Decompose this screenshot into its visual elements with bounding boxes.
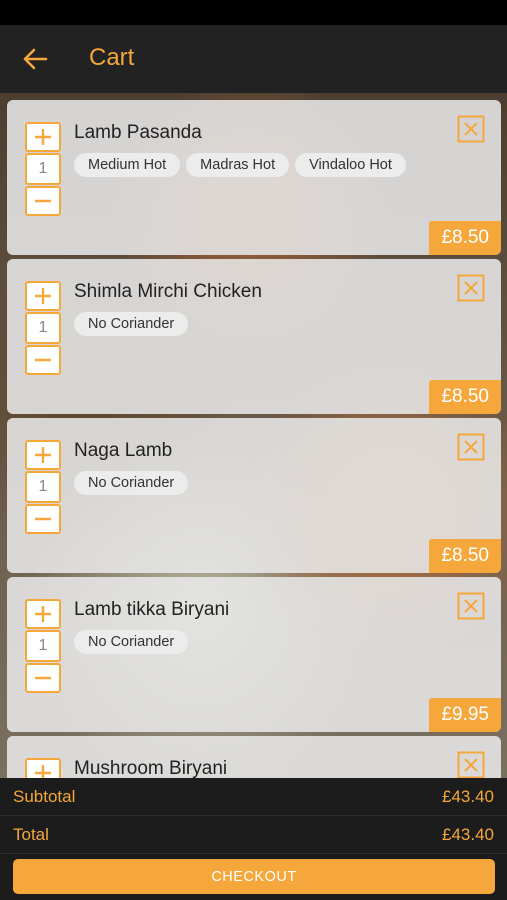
subtotal-label: Subtotal	[13, 786, 76, 806]
option-chip: No Coriander	[74, 630, 189, 654]
increase-quantity-button[interactable]	[25, 440, 61, 470]
status-bar	[0, 0, 507, 25]
cart-item: 1 Shimla Mirchi Chicken No Coriander £8.…	[7, 259, 501, 414]
arrow-left-icon[interactable]	[22, 47, 48, 71]
minus-icon	[35, 358, 51, 362]
app-header: Cart	[0, 25, 507, 93]
quantity-stepper: 1	[25, 440, 61, 534]
item-options: No Coriander	[74, 471, 189, 495]
plus-icon	[35, 129, 51, 145]
option-chip: No Coriander	[74, 471, 189, 495]
item-options: Medium Hot Madras Hot Vindaloo Hot	[74, 153, 406, 177]
item-options: No Coriander	[74, 630, 189, 654]
close-box-icon	[457, 115, 485, 143]
remove-item-button[interactable]	[457, 751, 485, 778]
remove-item-button[interactable]	[457, 592, 485, 620]
cart-item: 1 Naga Lamb No Coriander £8.50	[7, 418, 501, 573]
decrease-quantity-button[interactable]	[25, 345, 61, 375]
item-price: £8.50	[429, 539, 501, 573]
close-box-icon	[457, 751, 485, 778]
increase-quantity-button[interactable]	[25, 281, 61, 311]
cart-item: 1 Lamb tikka Biryani No Coriander £9.95	[7, 577, 501, 732]
quantity-value: 1	[25, 312, 61, 344]
page-title: Cart	[89, 44, 135, 71]
close-box-icon	[457, 274, 485, 302]
quantity-stepper: 1	[25, 122, 61, 216]
decrease-quantity-button[interactable]	[25, 186, 61, 216]
decrease-quantity-button[interactable]	[25, 504, 61, 534]
cart-list[interactable]: 1 Lamb Pasanda Medium Hot Madras Hot Vin…	[0, 93, 507, 778]
item-price: £9.95	[429, 698, 501, 732]
plus-icon	[35, 765, 51, 778]
remove-item-button[interactable]	[457, 115, 485, 143]
cart-item: 1 Mushroom Biryani	[7, 736, 501, 778]
item-name: Mushroom Biryani	[74, 758, 228, 778]
cart-item: 1 Lamb Pasanda Medium Hot Madras Hot Vin…	[7, 100, 501, 255]
quantity-stepper: 1	[25, 758, 61, 778]
item-name: Lamb Pasanda	[74, 122, 202, 143]
option-chip: Madras Hot	[186, 153, 290, 177]
subtotal-row: Subtotal £43.40	[0, 778, 507, 816]
close-box-icon	[457, 592, 485, 620]
subtotal-value: £43.40	[442, 786, 494, 806]
minus-icon	[35, 199, 51, 203]
item-price: £8.50	[429, 380, 501, 414]
plus-icon	[35, 288, 51, 304]
quantity-value: 1	[25, 471, 61, 503]
quantity-value: 1	[25, 630, 61, 662]
remove-item-button[interactable]	[457, 274, 485, 302]
decrease-quantity-button[interactable]	[25, 663, 61, 693]
option-chip: No Coriander	[74, 312, 189, 336]
increase-quantity-button[interactable]	[25, 758, 61, 778]
increase-quantity-button[interactable]	[25, 599, 61, 629]
plus-icon	[35, 447, 51, 463]
checkout-button[interactable]: CHECKOUT	[13, 859, 495, 894]
item-name: Lamb tikka Biryani	[74, 599, 230, 620]
item-name: Shimla Mirchi Chicken	[74, 281, 262, 302]
quantity-stepper: 1	[25, 281, 61, 375]
quantity-value: 1	[25, 153, 61, 185]
total-label: Total	[13, 824, 49, 844]
item-name: Naga Lamb	[74, 440, 173, 461]
item-options: No Coriander	[74, 312, 189, 336]
plus-icon	[35, 606, 51, 622]
order-summary: Subtotal £43.40 Total £43.40 CHECKOUT	[0, 778, 507, 900]
item-price: £8.50	[429, 221, 501, 255]
quantity-stepper: 1	[25, 599, 61, 693]
total-row: Total £43.40	[0, 816, 507, 854]
option-chip: Medium Hot	[74, 153, 181, 177]
total-value: £43.40	[442, 824, 494, 844]
option-chip: Vindaloo Hot	[295, 153, 406, 177]
minus-icon	[35, 517, 51, 521]
increase-quantity-button[interactable]	[25, 122, 61, 152]
close-box-icon	[457, 433, 485, 461]
remove-item-button[interactable]	[457, 433, 485, 461]
minus-icon	[35, 676, 51, 680]
